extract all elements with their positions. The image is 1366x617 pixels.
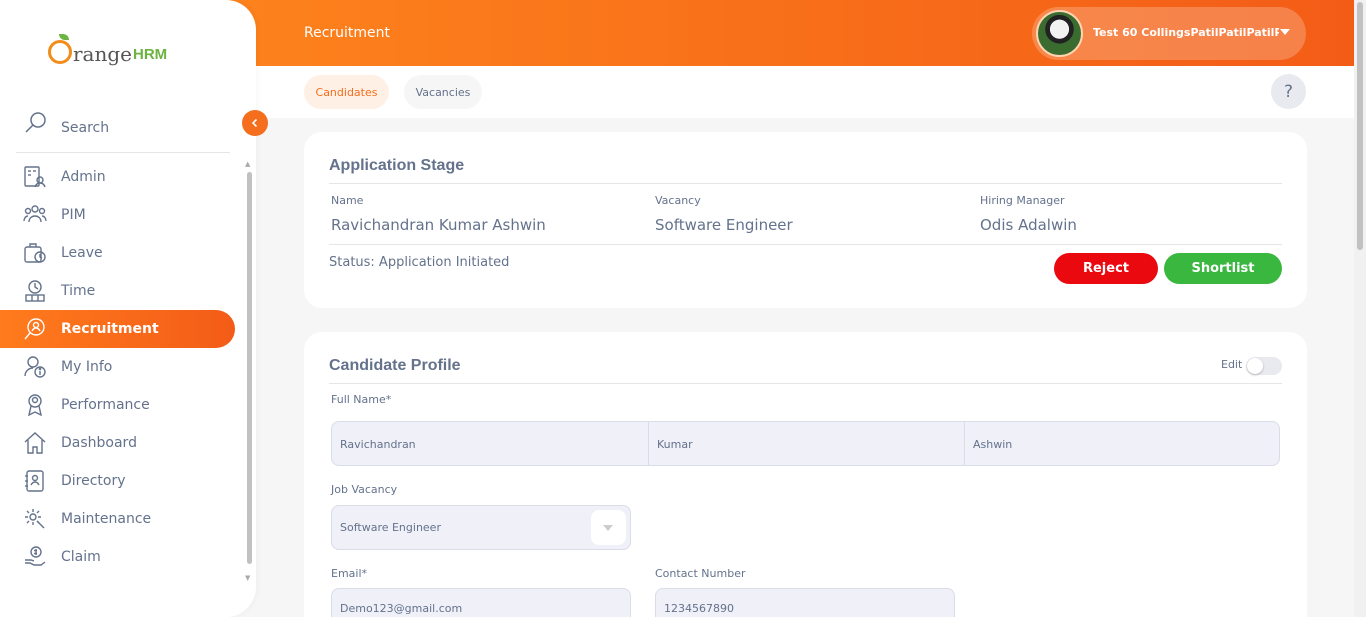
divider bbox=[329, 183, 1282, 184]
sidebar-item-maintenance[interactable]: Maintenance bbox=[0, 500, 240, 538]
full-name-label: Full Name* bbox=[331, 393, 392, 406]
sidebar-menu: Admin PIM Leave Time Recruitment My Info… bbox=[0, 158, 240, 576]
sidebar-scroll-thumb[interactable] bbox=[247, 172, 252, 564]
sidebar-item-label: Claim bbox=[61, 549, 101, 565]
sidebar-item-dashboard[interactable]: Dashboard bbox=[0, 424, 240, 462]
sidebar-item-admin[interactable]: Admin bbox=[0, 158, 240, 196]
search-label: Search bbox=[61, 120, 110, 136]
hiring-manager-value: Odis Adalwin bbox=[980, 216, 1077, 234]
tab-candidates[interactable]: Candidates bbox=[304, 75, 389, 109]
claim-icon bbox=[25, 546, 46, 566]
sidebar-item-claim[interactable]: Claim bbox=[0, 538, 240, 576]
sidebar-item-directory[interactable]: Directory bbox=[0, 462, 240, 500]
my-info-icon bbox=[24, 356, 46, 378]
middle-name-input[interactable]: Kumar bbox=[648, 422, 964, 465]
sidebar-item-performance[interactable]: Performance bbox=[0, 386, 240, 424]
sidebar-item-label: Dashboard bbox=[61, 435, 137, 451]
brand-logo[interactable]: range HRM bbox=[48, 30, 167, 66]
pim-icon bbox=[23, 205, 47, 223]
sidebar-item-label: Directory bbox=[61, 473, 126, 489]
dashboard-icon bbox=[24, 432, 46, 454]
sidebar-item-label: Admin bbox=[61, 169, 106, 185]
sidebar-search[interactable]: Search bbox=[16, 104, 230, 153]
sidebar-item-label: Recruitment bbox=[61, 321, 159, 337]
candidate-profile-title: Candidate Profile bbox=[329, 357, 461, 374]
sidebar-item-label: PIM bbox=[61, 207, 86, 223]
application-stage-card: Application Stage Name Ravichandran Kuma… bbox=[304, 132, 1307, 308]
sidebar-item-label: My Info bbox=[61, 359, 113, 375]
sidebar: range HRM Search Admin PIM Leave Time Re… bbox=[0, 0, 256, 617]
scroll-down-icon[interactable]: ▼ bbox=[245, 574, 250, 582]
sidebar-scrollbar[interactable]: ▲ ▼ bbox=[244, 160, 254, 586]
job-vacancy-label: Job Vacancy bbox=[331, 483, 398, 496]
contact-number-field[interactable]: 1234567890 bbox=[655, 588, 955, 617]
chevron-left-icon bbox=[251, 118, 258, 128]
sidebar-item-label: Time bbox=[61, 283, 96, 299]
job-vacancy-value: Software Engineer bbox=[340, 521, 441, 534]
shortlist-button[interactable]: Shortlist bbox=[1164, 253, 1282, 284]
recruitment-icon bbox=[24, 318, 45, 340]
name-label: Name bbox=[331, 194, 364, 207]
leave-icon bbox=[24, 243, 46, 263]
collapse-sidebar-button[interactable] bbox=[242, 110, 268, 136]
hiring-manager-label: Hiring Manager bbox=[980, 194, 1065, 207]
sidebar-item-label: Performance bbox=[61, 397, 150, 413]
edit-label: Edit bbox=[1221, 358, 1243, 371]
sidebar-item-pim[interactable]: PIM bbox=[0, 196, 240, 234]
job-vacancy-select[interactable]: Software Engineer bbox=[331, 505, 631, 550]
email-label: Email* bbox=[331, 567, 368, 580]
status-text: Status: Application Initiated bbox=[329, 255, 510, 270]
vacancy-label: Vacancy bbox=[655, 194, 701, 207]
application-stage-title: Application Stage bbox=[329, 157, 465, 174]
vacancy-value: Software Engineer bbox=[655, 216, 793, 234]
maintenance-icon bbox=[25, 509, 45, 529]
performance-icon bbox=[27, 394, 43, 417]
secondary-nav: Candidates Vacancies ? bbox=[256, 66, 1354, 118]
admin-icon bbox=[24, 166, 46, 188]
chevron-down-icon bbox=[1280, 29, 1290, 35]
contact-number-label: Contact Number bbox=[655, 567, 746, 580]
email-field[interactable]: Demo123@gmail.com bbox=[331, 588, 631, 617]
user-dropdown[interactable]: Test 60 CollingsPatilPatilPatilPatil bbox=[1032, 7, 1306, 60]
scroll-up-icon[interactable]: ▲ bbox=[245, 160, 250, 168]
name-value: Ravichandran Kumar Ashwin bbox=[331, 216, 546, 234]
divider bbox=[329, 383, 1282, 384]
last-name-input[interactable]: Ashwin bbox=[964, 422, 1279, 465]
sidebar-item-recruitment[interactable]: Recruitment bbox=[0, 310, 235, 348]
help-button[interactable]: ? bbox=[1271, 74, 1306, 109]
avatar bbox=[1036, 10, 1083, 57]
sidebar-item-label: Maintenance bbox=[61, 511, 152, 527]
reject-button[interactable]: Reject bbox=[1054, 253, 1158, 284]
user-name: Test 60 CollingsPatilPatilPatilPatil bbox=[1093, 26, 1279, 39]
sidebar-item-label: Leave bbox=[61, 245, 103, 261]
directory-icon bbox=[25, 470, 44, 492]
chevron-down-icon[interactable] bbox=[591, 510, 626, 545]
toggle-knob bbox=[1247, 358, 1263, 374]
page-title: Recruitment bbox=[304, 25, 391, 41]
search-icon bbox=[25, 112, 46, 133]
page-scrollbar[interactable] bbox=[1354, 0, 1366, 617]
page-scroll-thumb[interactable] bbox=[1357, 2, 1363, 250]
edit-toggle[interactable] bbox=[1246, 357, 1282, 375]
time-icon bbox=[25, 280, 45, 302]
orange-logo-icon bbox=[48, 34, 72, 64]
sidebar-item-time[interactable]: Time bbox=[0, 272, 240, 310]
sidebar-item-my-info[interactable]: My Info bbox=[0, 348, 240, 386]
full-name-field: Ravichandran Kumar Ashwin bbox=[331, 421, 1280, 466]
tab-vacancies[interactable]: Vacancies bbox=[404, 75, 482, 109]
first-name-input[interactable]: Ravichandran bbox=[332, 422, 648, 465]
candidate-profile-card: Candidate Profile Edit Full Name* Ravich… bbox=[304, 332, 1307, 617]
sidebar-item-leave[interactable]: Leave bbox=[0, 234, 240, 272]
divider bbox=[329, 244, 1282, 245]
